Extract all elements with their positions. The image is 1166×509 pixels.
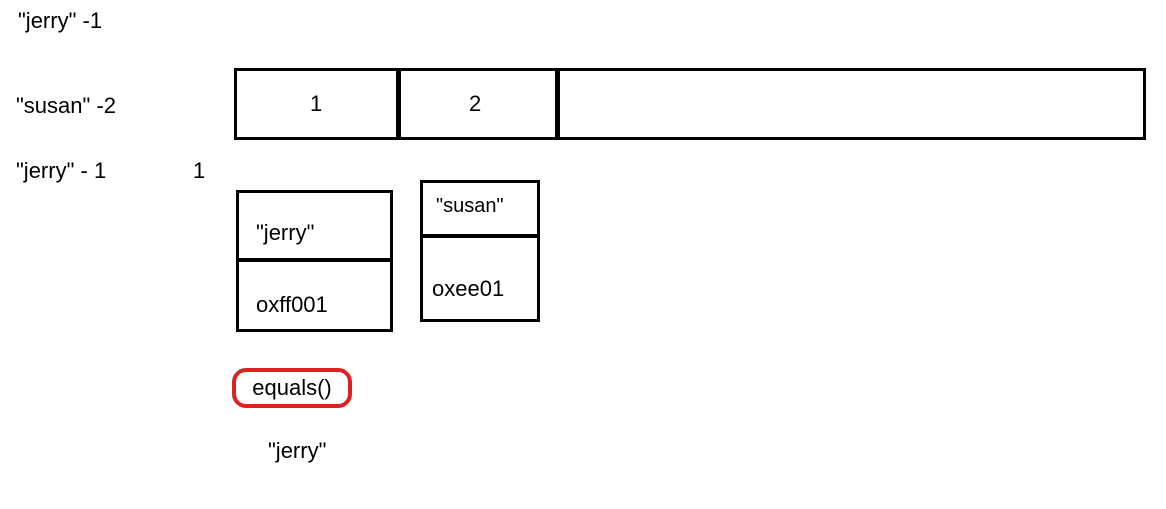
bottom-jerry-label: "jerry" [268,440,326,462]
equals-method-label: equals() [252,375,331,401]
object-2-label: "susan" [436,196,504,216]
array-divider-2 [555,68,560,140]
label-jerry-1: "jerry" -1 [18,10,102,32]
object-box-1-divider [236,258,393,262]
array-outline [234,68,1146,140]
array-divider-1 [396,68,401,140]
array-cell-2: 2 [469,93,481,115]
equals-method: equals() [232,368,352,408]
object-box-2-divider [420,234,540,238]
label-susan-2: "susan" -2 [16,95,116,117]
label-floating-one: 1 [193,160,205,182]
object-1-address: oxff001 [256,294,328,316]
object-2-address: oxee01 [432,278,504,300]
object-1-label: "jerry" [256,222,314,244]
diagram-canvas: "jerry" -1 "susan" -2 "jerry" - 1 1 1 2 … [0,0,1166,509]
array-cell-1: 1 [310,93,322,115]
label-jerry-1b: "jerry" - 1 [16,160,106,182]
